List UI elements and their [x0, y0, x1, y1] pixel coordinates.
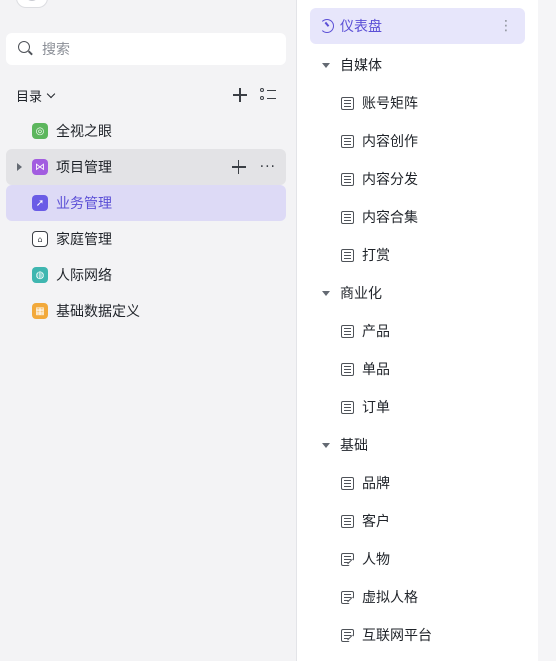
grid-app-icon: ▦: [32, 303, 48, 319]
sidebar-item-eye[interactable]: ◎ 全视之眼: [6, 113, 286, 149]
table-edit-icon: [341, 590, 354, 604]
caret-down-icon[interactable]: [322, 62, 330, 68]
sidebar: 搜索 目录 ◎ 全视之眼 ⋈ 项目管理 ··· ➚ 业务管理 ⌂ 家庭管理 ◍ …: [0, 0, 296, 661]
right-gutter: [538, 0, 556, 661]
list-item-label: 产品: [362, 324, 390, 340]
tree: 仪表盘 ⋮ 自媒体 账号矩阵 内容创作 内容分发 内容合集 打赏 商业化 产品 …: [310, 8, 525, 654]
directory-header: 目录: [16, 84, 280, 106]
list-item[interactable]: 品牌: [310, 464, 525, 502]
list-item[interactable]: 互联网平台: [310, 616, 525, 654]
list-item[interactable]: 人物: [310, 540, 525, 578]
list-item[interactable]: 虚拟人格: [310, 578, 525, 616]
table-doc-icon: [341, 248, 354, 262]
search-icon: [18, 41, 34, 57]
directory-label[interactable]: 目录: [16, 86, 42, 105]
list-item[interactable]: 客户: [310, 502, 525, 540]
caret-down-icon[interactable]: [322, 442, 330, 448]
dashboard-icon: [320, 19, 334, 33]
app-nav: ◎ 全视之眼 ⋈ 项目管理 ··· ➚ 业务管理 ⌂ 家庭管理 ◍ 人际网络 ▦…: [6, 113, 286, 329]
compass-app-icon: ➚: [32, 195, 48, 211]
search-placeholder: 搜索: [42, 42, 70, 58]
business-tree-panel: 仪表盘 ⋮ 自媒体 账号矩阵 内容创作 内容分发 内容合集 打赏 商业化 产品 …: [297, 0, 538, 661]
search-input[interactable]: 搜索: [6, 33, 286, 65]
table-doc-icon: [341, 362, 354, 376]
group-label: 基础: [340, 438, 368, 454]
item-actions: ···: [231, 159, 276, 175]
table-doc-icon: [341, 96, 354, 110]
table-edit-icon: [341, 552, 354, 566]
more-icon[interactable]: ···: [260, 159, 276, 175]
eye-app-icon: ◎: [32, 123, 48, 139]
table-doc-icon: [341, 400, 354, 414]
sidebar-item-label: 全视之眼: [56, 124, 112, 140]
list-item-label: 互联网平台: [362, 628, 432, 644]
sidebar-item-label: 家庭管理: [56, 232, 112, 248]
avatar[interactable]: [16, 0, 48, 8]
project-app-icon: ⋈: [32, 159, 48, 175]
table-doc-icon: [341, 514, 354, 528]
sidebar-item-project[interactable]: ⋈ 项目管理 ···: [6, 149, 286, 185]
list-item-label: 内容合集: [362, 210, 418, 226]
list-item[interactable]: 内容创作: [310, 122, 525, 160]
list-item-label: 客户: [362, 514, 390, 530]
add-icon[interactable]: [233, 88, 247, 102]
list-item[interactable]: 订单: [310, 388, 525, 426]
list-item-label: 虚拟人格: [362, 590, 418, 606]
table-doc-icon: [341, 134, 354, 148]
list-item-label: 账号矩阵: [362, 96, 418, 112]
list-item-label: 单品: [362, 362, 390, 378]
sidebar-item-network[interactable]: ◍ 人际网络: [6, 257, 286, 293]
sidebar-item-business[interactable]: ➚ 业务管理: [6, 185, 286, 221]
add-icon[interactable]: [231, 160, 246, 174]
group-label: 商业化: [340, 286, 382, 302]
sidebar-item-home[interactable]: ⌂ 家庭管理: [6, 221, 286, 257]
list-item-label: 品牌: [362, 476, 390, 492]
list-item[interactable]: 产品: [310, 312, 525, 350]
list-view-icon[interactable]: [260, 87, 276, 103]
caret-down-icon[interactable]: [322, 290, 330, 296]
list-item[interactable]: 账号矩阵: [310, 84, 525, 122]
list-item[interactable]: 内容合集: [310, 198, 525, 236]
sidebar-item-label: 人际网络: [56, 268, 112, 284]
list-item-label: 打赏: [362, 248, 390, 264]
table-doc-icon: [341, 172, 354, 186]
list-item[interactable]: 内容分发: [310, 160, 525, 198]
list-item[interactable]: 打赏: [310, 236, 525, 274]
list-item-label: 订单: [362, 400, 390, 416]
home-app-icon: ⌂: [32, 231, 48, 247]
group-basics[interactable]: 基础: [310, 426, 525, 464]
sidebar-item-label: 基础数据定义: [56, 304, 140, 320]
table-doc-icon: [341, 210, 354, 224]
list-item[interactable]: 单品: [310, 350, 525, 388]
sidebar-item-basic-data[interactable]: ▦ 基础数据定义: [6, 293, 286, 329]
list-item-label: 内容创作: [362, 134, 418, 150]
table-doc-icon: [341, 476, 354, 490]
globe-app-icon: ◍: [32, 267, 48, 283]
sidebar-item-label: 项目管理: [56, 160, 112, 176]
list-item-label: 内容分发: [362, 172, 418, 188]
dashboard-label: 仪表盘: [340, 19, 382, 35]
sidebar-item-label: 业务管理: [56, 196, 112, 212]
more-vertical-icon[interactable]: ⋮: [499, 18, 513, 34]
dashboard-item[interactable]: 仪表盘 ⋮: [310, 8, 525, 44]
caret-right-icon[interactable]: [17, 163, 22, 171]
group-self-media[interactable]: 自媒体: [310, 46, 525, 84]
table-doc-icon: [341, 324, 354, 338]
group-label: 自媒体: [340, 58, 382, 74]
list-item-label: 人物: [362, 552, 390, 568]
table-edit-icon: [341, 628, 354, 642]
chevron-down-icon[interactable]: [46, 89, 56, 98]
group-commercial[interactable]: 商业化: [310, 274, 525, 312]
